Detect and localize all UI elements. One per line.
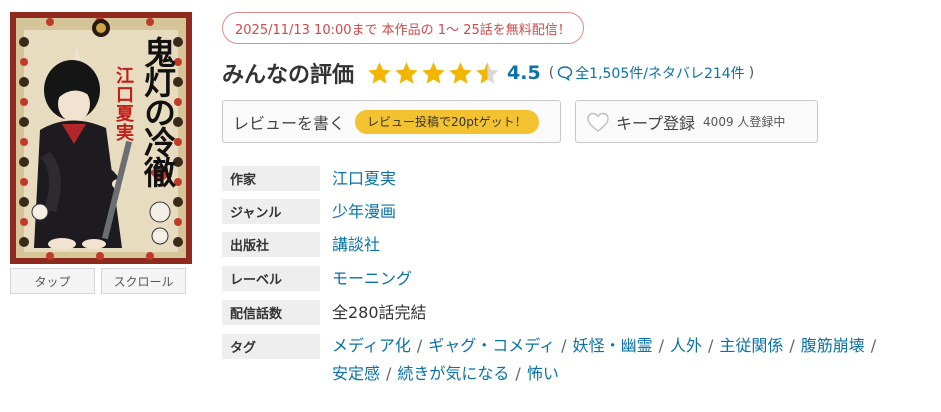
episodes-value: 全280話完結 bbox=[332, 303, 427, 322]
episodes-label: 配信話数 bbox=[222, 300, 320, 325]
tap-view-button[interactable]: タップ bbox=[10, 268, 95, 294]
comment-bubble-icon bbox=[557, 66, 573, 81]
info-row-genre: ジャンル 少年漫画 bbox=[222, 199, 932, 232]
star-full-icon bbox=[422, 61, 445, 84]
tag-separator: / bbox=[386, 364, 392, 383]
tag-separator: / bbox=[789, 336, 795, 355]
imprint-link[interactable]: モーニング bbox=[332, 266, 412, 291]
points-badge: レビュー投稿で20ptゲット！ bbox=[355, 109, 539, 134]
cover-author: 江口夏実 bbox=[113, 66, 134, 142]
star-full-icon bbox=[395, 61, 418, 84]
tag-link[interactable]: メディア化 bbox=[332, 336, 411, 355]
review-count-text: 全1,505件/ネタバレ214件 bbox=[575, 66, 745, 82]
campaign-text: 2025/11/13 10:00まで 本作品の 1〜 25話を無料配信！ bbox=[235, 22, 571, 38]
book-info-table: 作家 江口夏実 ジャンル 少年漫画 出版社 講談社 レーベル モーニング 配信話… bbox=[222, 166, 932, 388]
tag-separator: / bbox=[561, 336, 567, 355]
star-full-icon bbox=[449, 61, 472, 84]
review-list-link[interactable]: 全1,505件/ネタバレ214件 bbox=[554, 63, 745, 83]
tag-link[interactable]: 怖い bbox=[527, 364, 559, 383]
info-row-tags: タグ メディア化 / ギャグ・コメディ / 妖怪・幽霊 / 人外 / 主従関係 / 腹筋崩壊 / 安定感… bbox=[222, 334, 932, 388]
star-full-icon bbox=[368, 61, 391, 84]
tag-link[interactable]: 安定感 bbox=[332, 364, 380, 383]
keep-button[interactable]: キープ登録 4009 人登録中 bbox=[575, 100, 818, 143]
write-review-button[interactable]: レビューを書く レビュー投稿で20ptゲット！ bbox=[222, 100, 561, 143]
tag-list: メディア化 / ギャグ・コメディ / 妖怪・幽霊 / 人外 / 主従関係 / 腹筋崩壊 / 安定感 / 続き… bbox=[332, 332, 932, 388]
tag-separator: / bbox=[707, 336, 714, 355]
tag-link[interactable]: 人外 bbox=[670, 336, 702, 355]
publisher-link[interactable]: 講談社 bbox=[332, 232, 380, 257]
tags-label: タグ bbox=[222, 334, 320, 359]
genre-label: ジャンル bbox=[222, 199, 320, 224]
book-cover[interactable]: 鬼灯の冷徹 江口夏実 bbox=[10, 12, 192, 264]
star-half-icon bbox=[476, 61, 499, 84]
free-campaign-badge: 2025/11/13 10:00まで 本作品の 1〜 25話を無料配信！ bbox=[222, 12, 584, 44]
info-row-episodes: 配信話数 全280話完結 bbox=[222, 300, 932, 334]
genre-link[interactable]: 少年漫画 bbox=[332, 199, 396, 224]
tag-separator: / bbox=[658, 336, 664, 355]
tag-link[interactable]: 続きが気になる bbox=[397, 364, 509, 383]
rating-row: みんなの評価 4.5 ( 全1,505件/ネタバレ214件 ) bbox=[222, 56, 754, 90]
rating-heading: みんなの評価 bbox=[222, 63, 355, 88]
keep-label: キープ登録 bbox=[616, 113, 696, 133]
heart-icon bbox=[587, 112, 609, 132]
author-label: 作家 bbox=[222, 166, 320, 191]
average-score: 4.5 bbox=[507, 62, 541, 84]
review-count: ( 全1,505件/ネタバレ214件 ) bbox=[549, 63, 754, 83]
tag-separator: / bbox=[416, 336, 423, 355]
cover-title: 鬼灯の冷徹 bbox=[139, 36, 177, 186]
tag-link[interactable]: 腹筋崩壊 bbox=[801, 336, 865, 355]
publisher-label: 出版社 bbox=[222, 232, 320, 257]
imprint-label: レーベル bbox=[222, 266, 320, 291]
tag-link[interactable]: 主従関係 bbox=[719, 336, 783, 355]
tag-link[interactable]: ギャグ・コメディ bbox=[428, 336, 555, 355]
author-link[interactable]: 江口夏実 bbox=[332, 166, 396, 191]
star-rating bbox=[366, 60, 501, 87]
info-row-label: レーベル モーニング bbox=[222, 266, 932, 300]
scroll-view-button[interactable]: スクロール bbox=[101, 268, 186, 294]
info-row-author: 作家 江口夏実 bbox=[222, 166, 932, 199]
tag-link[interactable]: 妖怪・幽霊 bbox=[573, 336, 653, 355]
keep-count: 4009 人登録中 bbox=[703, 115, 786, 129]
close-paren: ) bbox=[748, 65, 755, 81]
info-row-publisher: 出版社 講談社 bbox=[222, 232, 932, 266]
write-review-label: レビューを書く bbox=[233, 113, 346, 133]
cover-area: 鬼灯の冷徹 江口夏実 bbox=[10, 12, 192, 264]
tag-separator: / bbox=[515, 364, 521, 383]
tag-separator: / bbox=[870, 336, 877, 355]
